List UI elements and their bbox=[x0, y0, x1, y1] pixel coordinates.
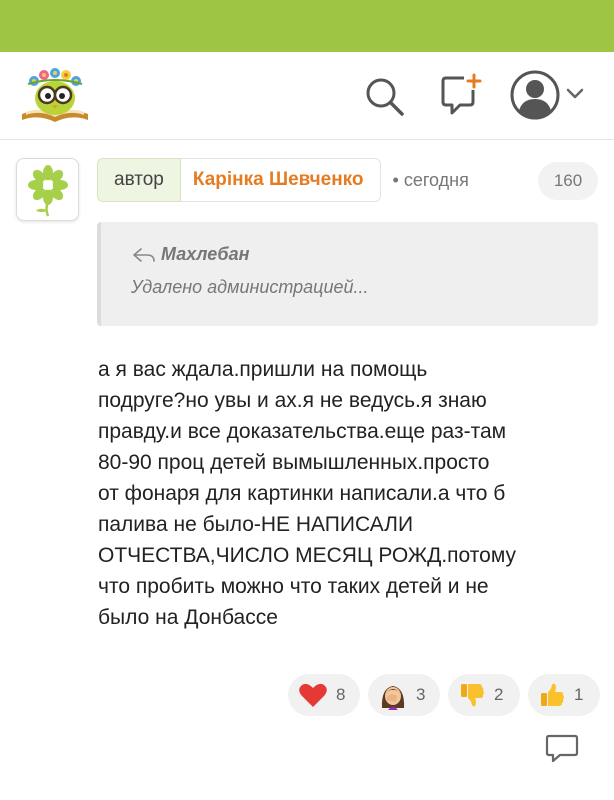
comment-body: а я вас ждала.пришли на помощь подруге?н… bbox=[98, 358, 517, 629]
search-icon[interactable] bbox=[362, 74, 408, 120]
thumbs-down-icon bbox=[458, 681, 486, 709]
site-header bbox=[0, 52, 614, 140]
green-flower-icon bbox=[28, 165, 68, 217]
facepalm-woman-icon bbox=[378, 680, 408, 710]
comment-number-badge[interactable]: 160 bbox=[538, 162, 598, 200]
user-avatar-icon[interactable] bbox=[510, 70, 560, 120]
reaction-count: 8 bbox=[336, 685, 346, 704]
red-heart-icon bbox=[298, 681, 328, 709]
quote-text: Удалено администрацией... bbox=[131, 277, 369, 297]
reaction-count: 2 bbox=[494, 685, 504, 704]
reaction-thumbs-up-button[interactable]: 1 bbox=[528, 674, 600, 716]
reply-speech-bubble-icon[interactable] bbox=[545, 732, 579, 764]
chevron-down-icon[interactable] bbox=[565, 86, 585, 102]
author-name-link[interactable]: Карінка Шевченко bbox=[180, 158, 381, 202]
reaction-thumbs-down-button[interactable]: 2 bbox=[448, 674, 520, 716]
comment-meta: автор Карінка Шевченко • сегодня bbox=[97, 158, 499, 202]
reactions-bar: 8 3 2 1 bbox=[0, 674, 614, 718]
owl-logo-icon[interactable] bbox=[18, 62, 92, 128]
author-badge: автор bbox=[97, 158, 181, 202]
comment-timestamp: • сегодня bbox=[392, 169, 499, 191]
reaction-heart-button[interactable]: 8 bbox=[288, 674, 360, 716]
reaction-count: 3 bbox=[416, 685, 426, 704]
separator-dot: • bbox=[392, 169, 399, 190]
timestamp-text: сегодня bbox=[403, 169, 469, 190]
author-avatar[interactable] bbox=[16, 158, 79, 221]
reply-arrow-icon bbox=[133, 247, 155, 262]
quote-author-name[interactable]: Махлебан bbox=[161, 244, 249, 265]
new-message-icon[interactable] bbox=[438, 72, 484, 118]
thumbs-up-icon bbox=[538, 681, 566, 709]
reaction-count: 1 bbox=[574, 685, 584, 704]
quoted-reply[interactable]: Махлебан Удалено администрацией... bbox=[97, 222, 598, 326]
top-brand-bar bbox=[0, 0, 614, 52]
quote-author-line: Махлебан bbox=[131, 244, 598, 265]
reaction-facepalm-button[interactable]: 3 bbox=[368, 674, 440, 716]
